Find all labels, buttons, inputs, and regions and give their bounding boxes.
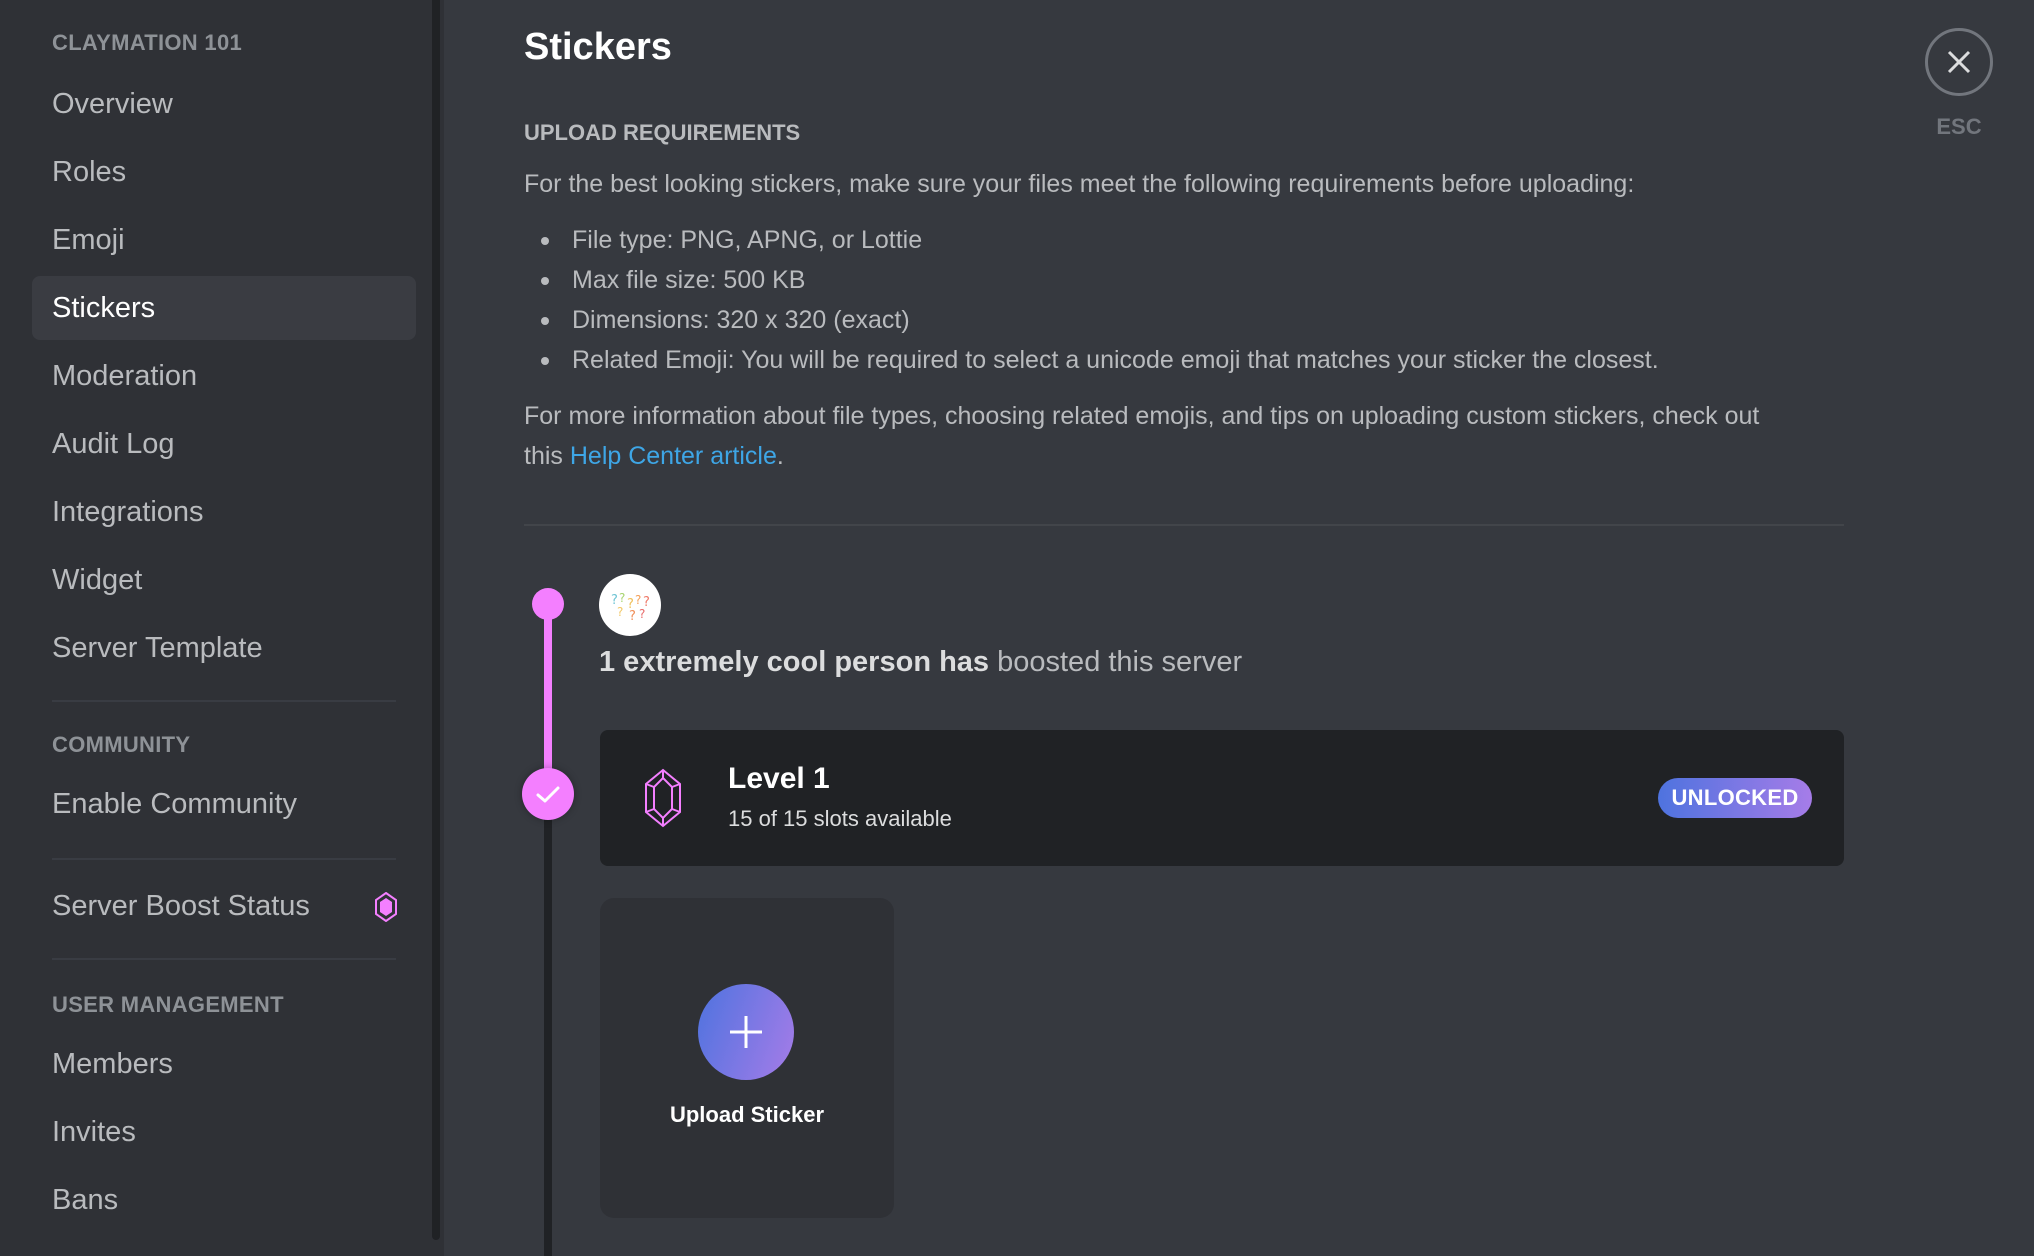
sidebar-item-integrations[interactable]: Integrations [32, 480, 416, 544]
sidebar-item-label: Emoji [52, 223, 125, 256]
sidebar-item-members[interactable]: Members [32, 1032, 416, 1096]
sidebar-divider [52, 958, 396, 960]
sidebar-item-server-template[interactable]: Server Template [32, 616, 416, 680]
booster-avatar[interactable]: ? ? ? ? ? ? ? ? [599, 574, 661, 636]
boost-count-bold: 1 extremely cool person has [599, 646, 990, 678]
svg-text:?: ? [639, 607, 645, 621]
level-slots-text: 15 of 15 slots available [728, 806, 952, 831]
bullet-icon [541, 237, 549, 245]
section-divider [524, 524, 1844, 526]
sidebar-item-overview[interactable]: Overview [32, 72, 416, 136]
boost-gem-icon [645, 768, 681, 828]
sidebar-item-emoji[interactable]: Emoji [32, 208, 416, 272]
upload-sticker-label: Upload Sticker [669, 1102, 825, 1127]
sidebar-item-label: Audit Log [52, 427, 175, 460]
upload-sticker-button[interactable]: Upload Sticker [600, 898, 894, 1218]
svg-text:?: ? [619, 591, 625, 605]
avatar-image-icon: ? ? ? ? ? ? ? ? [611, 591, 650, 624]
level-reached-marker [522, 768, 574, 820]
list-item: Dimensions: 320 x 320 (exact) [524, 300, 1659, 340]
sidebar-item-server-boost-status[interactable]: Server Boost Status [32, 874, 416, 938]
list-item: Max file size: 500 KB [524, 260, 1659, 300]
more-info-suffix: . [776, 442, 784, 470]
boost-progress-track [544, 810, 552, 1256]
sidebar-item-enable-community[interactable]: Enable Community [32, 772, 416, 836]
bullet-icon [541, 357, 549, 365]
boost-gem-icon [375, 892, 397, 922]
user-management-header: USER MANAGEMENT [52, 992, 284, 1017]
sidebar-item-label: Roles [52, 155, 127, 188]
level-card: Level 1 15 of 15 slots available UNLOCKE… [600, 730, 1844, 866]
sidebar-item-label: Invites [52, 1115, 136, 1148]
sidebar-item-label: Server Template [52, 631, 263, 664]
sidebar-item-roles[interactable]: Roles [32, 140, 416, 204]
requirement-text: File type: PNG, APNG, or Lottie [572, 226, 923, 254]
upload-requirements-label: UPLOAD REQUIREMENTS [524, 120, 801, 145]
unlocked-badge: UNLOCKED [1658, 778, 1812, 818]
sidebar-item-stickers[interactable]: Stickers [32, 276, 416, 340]
sidebar-item-label: Integrations [52, 495, 204, 528]
sidebar-item-widget[interactable]: Widget [32, 548, 416, 612]
checkmark-icon [536, 786, 560, 803]
list-item: Related Emoji: You will be required to s… [524, 340, 1659, 380]
more-info-line: this Help Center article. [524, 436, 1759, 476]
progress-start-dot [532, 588, 564, 620]
boost-count-rest: boosted this server [989, 646, 1243, 678]
sidebar-item-label: Bans [52, 1183, 119, 1216]
sidebar-item-label: Enable Community [52, 787, 297, 820]
sidebar-divider [52, 858, 396, 860]
sidebar-item-invites[interactable]: Invites [32, 1100, 416, 1164]
esc-label: ESC [1936, 114, 1982, 139]
plus-icon [730, 1016, 762, 1048]
more-info-text: For more information about file types, c… [524, 396, 1759, 476]
boost-count-text: 1 extremely cool person has boosted this… [599, 646, 1242, 679]
sidebar-item-bans[interactable]: Bans [32, 1168, 416, 1232]
svg-text:?: ? [635, 593, 641, 607]
list-item: File type: PNG, APNG, or Lottie [524, 220, 1659, 260]
more-info-line: For more information about file types, c… [524, 402, 1760, 430]
sidebar-scrollbar[interactable] [432, 0, 440, 1240]
svg-text:?: ? [629, 609, 636, 624]
sidebar-item-label: Members [52, 1047, 173, 1080]
help-center-link[interactable]: Help Center article [570, 442, 777, 470]
more-info-prefix: this [524, 442, 570, 470]
page-title: Stickers [524, 26, 672, 68]
sidebar-item-label: Moderation [52, 359, 198, 392]
upload-circle [698, 984, 794, 1080]
community-header: COMMUNITY [52, 732, 191, 757]
settings-sidebar: CLAYMATION 101 Overview Roles Emoji Stic… [0, 0, 444, 1256]
requirement-text: Related Emoji: You will be required to s… [572, 346, 1659, 374]
sidebar-item-label: Overview [52, 87, 173, 120]
sidebar-item-label: Server Boost Status [52, 889, 310, 922]
requirements-list: File type: PNG, APNG, or Lottie Max file… [524, 220, 1659, 380]
requirements-intro: For the best looking stickers, make sure… [524, 170, 1635, 198]
sidebar-item-label: Stickers [52, 291, 156, 324]
level-title: Level 1 [728, 762, 830, 795]
bullet-icon [541, 277, 549, 285]
sidebar-divider [52, 700, 396, 702]
server-name-header: CLAYMATION 101 [52, 30, 243, 55]
close-icon [1947, 50, 1971, 74]
requirement-text: Max file size: 500 KB [572, 266, 806, 294]
bullet-icon [541, 317, 549, 325]
sidebar-item-audit-log[interactable]: Audit Log [32, 412, 416, 476]
sidebar-item-label: Widget [52, 563, 143, 596]
requirement-text: Dimensions: 320 x 320 (exact) [572, 306, 910, 334]
svg-text:?: ? [617, 605, 623, 619]
close-button[interactable] [1925, 28, 1993, 96]
sidebar-item-moderation[interactable]: Moderation [32, 344, 416, 408]
